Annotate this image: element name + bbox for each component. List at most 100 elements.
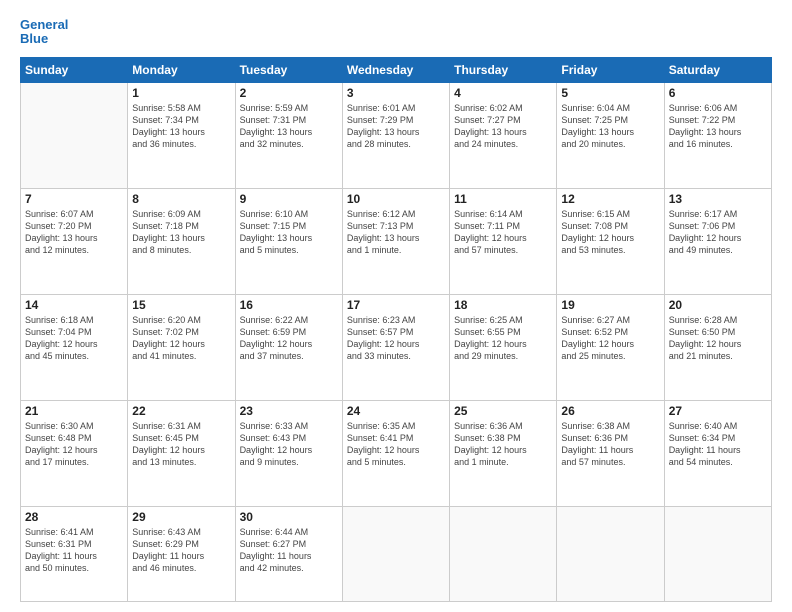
calendar-cell: 26Sunrise: 6:38 AM Sunset: 6:36 PM Dayli…	[557, 400, 664, 506]
calendar-cell: 20Sunrise: 6:28 AM Sunset: 6:50 PM Dayli…	[664, 294, 771, 400]
calendar-cell: 16 Sunrise: 6:22 AM Sunset: 6:59 PM Dayli…	[235, 294, 342, 400]
calendar-cell	[342, 507, 449, 602]
calendar-cell: 22 Sunrise: 6:31 AM Sunset: 6:45 PM Dayli…	[128, 400, 235, 506]
cell-day-number: 25	[454, 404, 552, 418]
cell-day-number: 22	[132, 404, 230, 418]
calendar-cell: 21 Sunrise: 6:30 AM Sunset: 6:48 PM Dayli…	[21, 400, 128, 506]
cell-day-number: 13	[669, 192, 767, 206]
cell-day-number: 9	[240, 192, 338, 206]
cell-day-number: 1	[132, 86, 230, 100]
calendar-cell: 3Sunrise: 6:01 AM Sunset: 7:29 PM Daylig…	[342, 82, 449, 188]
calendar-cell: 8Sunrise: 6:09 AM Sunset: 7:18 PM Daylig…	[128, 188, 235, 294]
calendar-week-row: 1Sunrise: 5:58 AM Sunset: 7:34 PM Daylig…	[21, 82, 772, 188]
calendar-cell: 29 Sunrise: 6:43 AM Sunset: 6:29 PM Dayli…	[128, 507, 235, 602]
cell-info-text: Sunrise: 6:43 AM Sunset: 6:29 PM Dayligh…	[132, 526, 230, 575]
cell-day-number: 6	[669, 86, 767, 100]
cell-day-number: 10	[347, 192, 445, 206]
cell-info-text: Sunrise: 6:06 AM Sunset: 7:22 PM Dayligh…	[669, 102, 767, 151]
cell-info-text: Sunrise: 6:04 AM Sunset: 7:25 PM Dayligh…	[561, 102, 659, 151]
calendar-week-row: 28 Sunrise: 6:41 AM Sunset: 6:31 PM Dayli…	[21, 507, 772, 602]
calendar-cell: 6 Sunrise: 6:06 AM Sunset: 7:22 PM Daylig…	[664, 82, 771, 188]
cell-info-text: Sunrise: 6:12 AM Sunset: 7:13 PM Dayligh…	[347, 208, 445, 257]
cell-info-text: Sunrise: 6:23 AM Sunset: 6:57 PM Dayligh…	[347, 314, 445, 363]
cell-day-number: 20	[669, 298, 767, 312]
calendar-weekday: Tuesday	[235, 57, 342, 82]
calendar-cell: 27Sunrise: 6:40 AM Sunset: 6:34 PM Dayli…	[664, 400, 771, 506]
cell-info-text: Sunrise: 6:20 AM Sunset: 7:02 PM Dayligh…	[132, 314, 230, 363]
cell-info-text: Sunrise: 6:36 AM Sunset: 6:38 PM Dayligh…	[454, 420, 552, 469]
cell-day-number: 21	[25, 404, 123, 418]
calendar-cell: 9 Sunrise: 6:10 AM Sunset: 7:15 PM Daylig…	[235, 188, 342, 294]
cell-day-number: 4	[454, 86, 552, 100]
cell-info-text: Sunrise: 6:44 AM Sunset: 6:27 PM Dayligh…	[240, 526, 338, 575]
calendar-cell: 12Sunrise: 6:15 AM Sunset: 7:08 PM Dayli…	[557, 188, 664, 294]
cell-day-number: 11	[454, 192, 552, 206]
calendar-cell: 14 Sunrise: 6:18 AM Sunset: 7:04 PM Dayli…	[21, 294, 128, 400]
cell-day-number: 8	[132, 192, 230, 206]
calendar-cell: 28 Sunrise: 6:41 AM Sunset: 6:31 PM Dayli…	[21, 507, 128, 602]
cell-day-number: 2	[240, 86, 338, 100]
cell-info-text: Sunrise: 6:15 AM Sunset: 7:08 PM Dayligh…	[561, 208, 659, 257]
cell-info-text: Sunrise: 6:10 AM Sunset: 7:15 PM Dayligh…	[240, 208, 338, 257]
calendar-cell: 23 Sunrise: 6:33 AM Sunset: 6:43 PM Dayli…	[235, 400, 342, 506]
calendar-cell: 30 Sunrise: 6:44 AM Sunset: 6:27 PM Dayli…	[235, 507, 342, 602]
calendar-cell: 5 Sunrise: 6:04 AM Sunset: 7:25 PM Daylig…	[557, 82, 664, 188]
cell-day-number: 30	[240, 510, 338, 524]
cell-day-number: 29	[132, 510, 230, 524]
logo-subtext: Blue	[20, 32, 68, 46]
calendar-weekday: Wednesday	[342, 57, 449, 82]
cell-info-text: Sunrise: 6:33 AM Sunset: 6:43 PM Dayligh…	[240, 420, 338, 469]
calendar-cell: 17 Sunrise: 6:23 AM Sunset: 6:57 PM Dayli…	[342, 294, 449, 400]
cell-day-number: 7	[25, 192, 123, 206]
calendar-weekday: Sunday	[21, 57, 128, 82]
calendar-cell: 15 Sunrise: 6:20 AM Sunset: 7:02 PM Dayli…	[128, 294, 235, 400]
cell-day-number: 15	[132, 298, 230, 312]
calendar-cell: 13 Sunrise: 6:17 AM Sunset: 7:06 PM Dayli…	[664, 188, 771, 294]
calendar-cell: 18 Sunrise: 6:25 AM Sunset: 6:55 PM Dayli…	[450, 294, 557, 400]
calendar-cell	[664, 507, 771, 602]
cell-day-number: 17	[347, 298, 445, 312]
calendar-cell: 25 Sunrise: 6:36 AM Sunset: 6:38 PM Dayli…	[450, 400, 557, 506]
cell-info-text: Sunrise: 6:22 AM Sunset: 6:59 PM Dayligh…	[240, 314, 338, 363]
cell-day-number: 19	[561, 298, 659, 312]
calendar-weekday: Thursday	[450, 57, 557, 82]
calendar-weekday: Monday	[128, 57, 235, 82]
calendar-table: SundayMondayTuesdayWednesdayThursdayFrid…	[20, 57, 772, 602]
cell-day-number: 14	[25, 298, 123, 312]
cell-info-text: Sunrise: 6:01 AM Sunset: 7:29 PM Dayligh…	[347, 102, 445, 151]
cell-day-number: 27	[669, 404, 767, 418]
cell-info-text: Sunrise: 6:35 AM Sunset: 6:41 PM Dayligh…	[347, 420, 445, 469]
calendar-cell: 24 Sunrise: 6:35 AM Sunset: 6:41 PM Dayli…	[342, 400, 449, 506]
calendar-cell: 19 Sunrise: 6:27 AM Sunset: 6:52 PM Dayli…	[557, 294, 664, 400]
cell-day-number: 23	[240, 404, 338, 418]
cell-info-text: Sunrise: 6:31 AM Sunset: 6:45 PM Dayligh…	[132, 420, 230, 469]
cell-info-text: Sunrise: 6:02 AM Sunset: 7:27 PM Dayligh…	[454, 102, 552, 151]
cell-day-number: 5	[561, 86, 659, 100]
calendar-cell: 1Sunrise: 5:58 AM Sunset: 7:34 PM Daylig…	[128, 82, 235, 188]
calendar-cell: 4 Sunrise: 6:02 AM Sunset: 7:27 PM Daylig…	[450, 82, 557, 188]
cell-info-text: Sunrise: 5:59 AM Sunset: 7:31 PM Dayligh…	[240, 102, 338, 151]
cell-day-number: 16	[240, 298, 338, 312]
calendar-cell: 11Sunrise: 6:14 AM Sunset: 7:11 PM Dayli…	[450, 188, 557, 294]
cell-info-text: Sunrise: 6:25 AM Sunset: 6:55 PM Dayligh…	[454, 314, 552, 363]
cell-day-number: 18	[454, 298, 552, 312]
cell-info-text: Sunrise: 6:17 AM Sunset: 7:06 PM Dayligh…	[669, 208, 767, 257]
calendar-header-row: SundayMondayTuesdayWednesdayThursdayFrid…	[21, 57, 772, 82]
calendar-weekday: Saturday	[664, 57, 771, 82]
calendar-cell	[450, 507, 557, 602]
cell-info-text: Sunrise: 6:30 AM Sunset: 6:48 PM Dayligh…	[25, 420, 123, 469]
calendar-cell	[557, 507, 664, 602]
calendar-cell	[21, 82, 128, 188]
calendar-week-row: 21 Sunrise: 6:30 AM Sunset: 6:48 PM Dayli…	[21, 400, 772, 506]
calendar-week-row: 14 Sunrise: 6:18 AM Sunset: 7:04 PM Dayli…	[21, 294, 772, 400]
calendar-cell: 7 Sunrise: 6:07 AM Sunset: 7:20 PM Daylig…	[21, 188, 128, 294]
header: General Blue General Blue	[20, 18, 772, 47]
calendar-weekday: Friday	[557, 57, 664, 82]
cell-info-text: Sunrise: 6:07 AM Sunset: 7:20 PM Dayligh…	[25, 208, 123, 257]
cell-info-text: Sunrise: 6:41 AM Sunset: 6:31 PM Dayligh…	[25, 526, 123, 575]
cell-day-number: 24	[347, 404, 445, 418]
cell-info-text: Sunrise: 6:27 AM Sunset: 6:52 PM Dayligh…	[561, 314, 659, 363]
calendar-cell: 2 Sunrise: 5:59 AM Sunset: 7:31 PM Daylig…	[235, 82, 342, 188]
cell-info-text: Sunrise: 6:18 AM Sunset: 7:04 PM Dayligh…	[25, 314, 123, 363]
cell-day-number: 28	[25, 510, 123, 524]
